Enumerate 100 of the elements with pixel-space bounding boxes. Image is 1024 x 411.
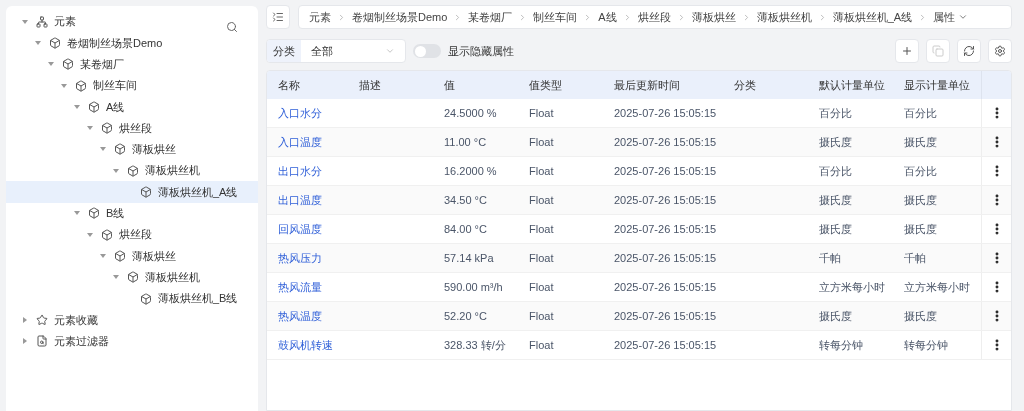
attribute-link[interactable]: 热风压力 xyxy=(267,249,359,267)
breadcrumb-item[interactable]: 薄板烘丝机 xyxy=(756,8,812,26)
table-cell-text: Float xyxy=(529,221,555,237)
category-value: 全部 xyxy=(310,43,334,59)
table-cell-text: 摄氏度 xyxy=(904,192,938,208)
table-cell-text: 摄氏度 xyxy=(819,221,853,237)
expanded-caret-icon[interactable] xyxy=(61,83,67,88)
tree-item[interactable]: 元素 xyxy=(6,11,258,33)
breadcrumb-item[interactable]: 制丝车间 xyxy=(533,8,578,26)
breadcrumb-item[interactable]: 某卷烟厂 xyxy=(468,8,513,26)
cube-icon xyxy=(101,228,113,241)
table-cell-text: 16.2000 % xyxy=(444,163,498,179)
breadcrumb-item[interactable]: 薄板烘丝 xyxy=(691,8,736,26)
expanded-caret-icon[interactable] xyxy=(100,147,106,152)
category-select[interactable]: 分类 全部 xyxy=(266,39,406,63)
expanded-caret-icon[interactable] xyxy=(48,62,54,67)
attribute-link[interactable]: 热风流量 xyxy=(267,278,359,296)
breadcrumb-item[interactable]: 烘丝段 xyxy=(637,8,671,26)
breadcrumb-item[interactable]: 卷烟制丝场景Demo xyxy=(352,8,448,26)
expanded-caret-icon[interactable] xyxy=(74,211,80,216)
cube-icon xyxy=(127,164,139,177)
tree-item[interactable]: 薄板烘丝 xyxy=(6,138,258,161)
tree-item[interactable]: B线 xyxy=(6,202,258,224)
plus-icon xyxy=(901,45,913,57)
settings-button[interactable] xyxy=(988,39,1012,63)
cube-icon xyxy=(114,249,126,262)
table-cell-text: 千帕 xyxy=(819,250,842,266)
breadcrumb-item[interactable]: 元素 xyxy=(309,8,331,26)
expanded-caret-icon[interactable] xyxy=(74,104,80,109)
breadcrumb-item[interactable]: 薄板烘丝机_A线 xyxy=(832,8,913,26)
cube-icon xyxy=(114,143,126,156)
attribute-link[interactable]: 入口温度 xyxy=(267,133,359,151)
add-button[interactable] xyxy=(895,39,919,63)
tree-item[interactable]: 烘丝段 xyxy=(6,223,258,246)
tree-item[interactable]: 元素过滤器 xyxy=(6,330,258,352)
tree-item[interactable]: 烘丝段 xyxy=(6,117,258,139)
column-header: 默认计量单位 xyxy=(819,77,886,93)
refresh-icon xyxy=(963,45,975,57)
tree-item[interactable]: 卷烟制丝场景Demo xyxy=(6,32,258,54)
attribute-link[interactable]: 热风温度 xyxy=(267,307,359,325)
tree-item[interactable]: 薄板烘丝 xyxy=(6,245,258,267)
caret-icon[interactable] xyxy=(958,12,969,22)
column-header: 最后更新时间 xyxy=(614,77,681,93)
expanded-caret-icon[interactable] xyxy=(87,232,93,237)
tree-item[interactable]: 某卷烟厂 xyxy=(6,53,258,75)
collapsed-caret-icon[interactable] xyxy=(23,338,27,345)
expanded-caret-icon[interactable] xyxy=(22,19,28,24)
table-cell-text: 百分比 xyxy=(904,163,938,179)
tree-item-label: 薄板烘丝机_A线 xyxy=(158,184,238,200)
expanded-caret-icon[interactable] xyxy=(113,168,119,173)
tree-item[interactable]: 薄板烘丝机 xyxy=(6,266,258,288)
attribute-link[interactable]: 入口水分 xyxy=(267,104,359,122)
breadcrumb-item[interactable]: 属性 xyxy=(933,8,956,26)
table-cell-text: 摄氏度 xyxy=(904,308,938,324)
table-cell-text: 2025-07-26 15:05:15 xyxy=(614,163,718,179)
table-cell-text: 11.00 °C xyxy=(444,134,488,150)
table-cell-text: 百分比 xyxy=(819,105,853,121)
tree-item[interactable]: 薄板烘丝机_A线 xyxy=(6,181,258,203)
cube-icon xyxy=(62,58,74,71)
table-cell-text: 百分比 xyxy=(904,105,938,121)
refresh-button[interactable] xyxy=(957,39,981,63)
tree-item-label: 薄板烘丝 xyxy=(132,142,176,158)
tree-item-label: 某卷烟厂 xyxy=(80,57,124,72)
expanded-caret-icon[interactable] xyxy=(35,40,41,45)
table-cell-text: 摄氏度 xyxy=(819,308,853,324)
expanded-caret-icon[interactable] xyxy=(87,126,93,131)
column-header: 分类 xyxy=(734,77,757,93)
tree-item-label: 制丝车间 xyxy=(93,78,137,94)
collapse-sidebar-button[interactable] xyxy=(266,5,290,29)
copy-icon xyxy=(932,45,944,57)
breadcrumb-item[interactable]: A线 xyxy=(598,8,617,26)
toggle-switch[interactable] xyxy=(413,44,441,58)
table-cell-text: 摄氏度 xyxy=(904,134,938,150)
tree-item[interactable]: 薄板烘丝机 xyxy=(6,160,258,182)
attribute-link[interactable]: 回风温度 xyxy=(267,220,359,238)
table-cell-text: 24.5000 % xyxy=(444,105,498,121)
attribute-link[interactable]: 出口水分 xyxy=(267,162,359,180)
tree-item-label: 元素过滤器 xyxy=(54,333,109,349)
attribute-link[interactable]: 出口温度 xyxy=(267,191,359,209)
tree-item[interactable]: 制丝车间 xyxy=(6,74,258,97)
tree-item-label: 薄板烘丝机 xyxy=(145,163,200,179)
tree-item[interactable]: 元素收藏 xyxy=(6,309,258,331)
table-cell-text: 摄氏度 xyxy=(819,192,853,208)
collapsed-caret-icon[interactable] xyxy=(23,316,27,323)
tree-item[interactable]: A线 xyxy=(6,96,258,118)
table-cell-text: 百分比 xyxy=(819,163,853,179)
table-cell-text: 590.00 m³/h xyxy=(444,279,504,295)
search-icon[interactable] xyxy=(226,21,238,33)
tree-item[interactable]: 薄板烘丝机_B线 xyxy=(6,287,258,310)
table-cell-text: 转每分钟 xyxy=(904,337,949,353)
table-cell-text: 84.00 °C xyxy=(444,221,488,237)
cube-icon xyxy=(140,186,152,198)
table-cell-text: 2025-07-26 15:05:15 xyxy=(614,105,718,121)
caret-icon xyxy=(385,46,395,56)
attribute-link[interactable]: 鼓风机转速 xyxy=(267,336,359,354)
tree-item-label: 卷烟制丝场景Demo xyxy=(67,35,163,51)
tree-item-label: 烘丝段 xyxy=(119,120,152,136)
expanded-caret-icon[interactable] xyxy=(113,275,119,280)
expanded-caret-icon[interactable] xyxy=(100,253,106,258)
table-cell-text: Float xyxy=(529,163,555,179)
